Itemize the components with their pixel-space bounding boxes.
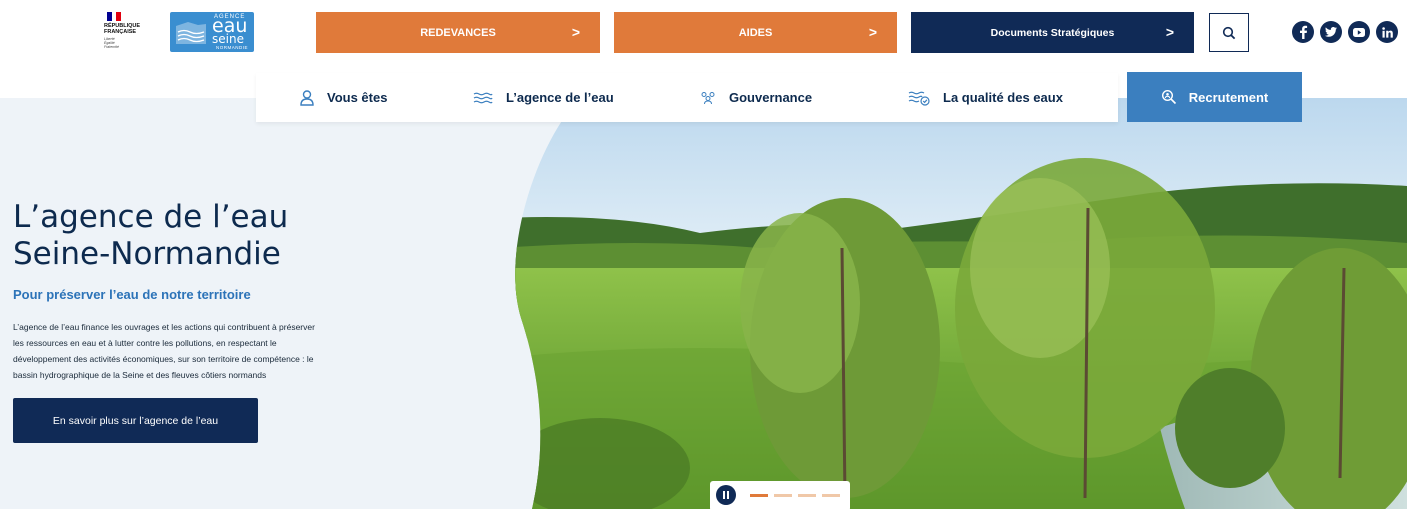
search-icon (1222, 26, 1236, 39)
hero-title: L’agence de l’eau Seine-Normandie (13, 199, 373, 273)
facebook-icon[interactable] (1292, 21, 1314, 43)
hero-description-line: bassin hydrographique de la Seine et des… (13, 370, 267, 380)
nav-item-gouvernance[interactable]: Gouvernance (700, 73, 812, 122)
french-flag-icon (107, 12, 122, 21)
hero-description-line: développement des activités économiques,… (13, 354, 314, 364)
redevances-label: REDEVANCES (420, 26, 496, 39)
aides-button[interactable]: AIDES > (614, 12, 897, 53)
hero-description-line: L’agence de l’eau finance les ouvrages e… (13, 322, 315, 332)
user-icon (300, 89, 314, 106)
nav-item-vous-etes[interactable]: Vous êtes (300, 73, 387, 122)
logo-normandie-text: NORMANDIE (216, 45, 249, 50)
nav-label-gouvernance: Gouvernance (729, 90, 813, 105)
nav-item-agence[interactable]: L’agence de l’eau (473, 73, 614, 122)
top-bar: RÉPUBLIQUE FRANÇAISE Liberté Égalité Fra… (0, 0, 1407, 66)
documents-label: Documents Stratégiques (990, 26, 1115, 39)
nav-label-qualite-eaux: La qualité des eaux (943, 90, 1063, 105)
linkedin-icon[interactable] (1376, 21, 1398, 43)
recrutement-label: Recrutement (1188, 89, 1269, 105)
youtube-icon[interactable] (1348, 21, 1370, 43)
learn-more-button[interactable]: En savoir plus sur l’agence de l’eau (13, 398, 258, 443)
recrutement-button[interactable]: Recrutement (1127, 72, 1302, 122)
hero-description-line: les ressources en eau et à lutter contre… (13, 338, 277, 348)
hero-description: L’agence de l’eau finance les ouvrages e… (13, 319, 443, 383)
logo-seine-text: seine (212, 32, 244, 46)
agence-eau-seine-normandie-logo[interactable]: AGENCE eau seine NORMANDIE (170, 12, 254, 52)
twitter-icon[interactable] (1320, 21, 1342, 43)
slide-dot[interactable] (798, 494, 816, 497)
water-check-icon (908, 91, 930, 106)
chevron-right-icon: > (868, 24, 877, 40)
pause-icon[interactable] (716, 485, 736, 505)
search-button[interactable] (1209, 13, 1249, 52)
hero-title-line-2: Seine-Normandie (13, 236, 281, 272)
nav-label-vous-etes: Vous êtes (327, 90, 388, 105)
rf-line-2: FRANÇAISE (104, 29, 137, 35)
chevron-right-icon: > (571, 24, 580, 40)
redevances-button[interactable]: REDEVANCES > (316, 12, 600, 53)
hero-subtitle: Pour préserver l’eau de notre territoire (13, 287, 251, 302)
search-person-icon (1161, 89, 1176, 105)
slide-dot[interactable] (774, 494, 792, 497)
slider-controls (710, 481, 850, 509)
waterfall-icon (176, 22, 206, 44)
documents-strategiques-button[interactable]: Documents Stratégiques > (911, 12, 1194, 53)
republique-francaise-logo[interactable]: RÉPUBLIQUE FRANÇAISE Liberté Égalité Fra… (104, 12, 148, 54)
people-icon (701, 91, 715, 104)
main-navigation: Vous êtes L’agence de l’eau Gouvernance … (256, 73, 1118, 122)
hero-title-line-1: L’agence de l’eau (13, 199, 289, 235)
hero-section: L’agence de l’eau Seine-Normandie Pour p… (0, 98, 1407, 509)
slide-dot[interactable] (822, 494, 840, 497)
nav-item-qualite-eaux[interactable]: La qualité des eaux (908, 73, 1063, 122)
aides-label: AIDES (738, 26, 773, 39)
chevron-right-icon: > (1165, 24, 1174, 40)
waves-icon (473, 92, 493, 103)
nav-label-agence: L’agence de l’eau (506, 90, 614, 105)
slide-dot-active[interactable] (750, 494, 768, 497)
rf-motto-3: Fraternité (104, 45, 119, 49)
landscape-photo (515, 98, 1407, 509)
